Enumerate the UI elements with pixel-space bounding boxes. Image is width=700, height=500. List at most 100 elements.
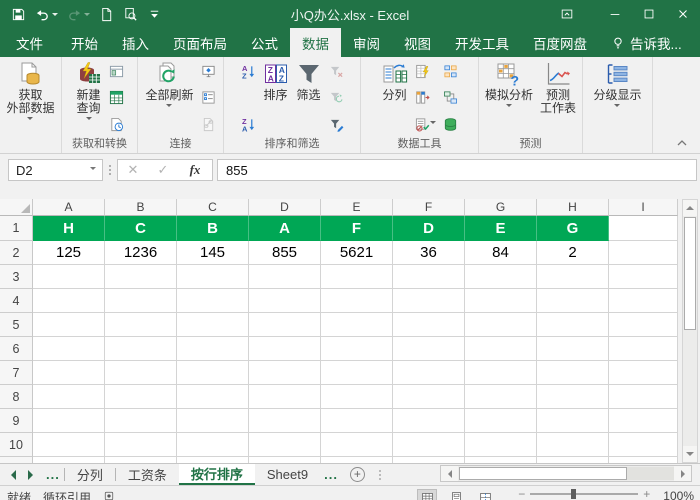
undo-button[interactable] [32,4,61,24]
cell-A8[interactable] [33,385,105,409]
cell-E2[interactable]: 5621 [321,241,393,265]
tab-文件[interactable]: 文件 [0,28,59,57]
redo-button[interactable] [64,4,93,24]
vertical-scroll-thumb[interactable] [684,217,696,330]
sort-button[interactable]: Z A A Z 排序 [260,60,292,137]
row-header-10[interactable]: 10 [0,433,33,457]
outline-button[interactable]: 分级显示 [590,60,644,137]
cell-A5[interactable] [33,313,105,337]
close-button[interactable] [666,0,700,28]
page-break-view-button[interactable] [475,489,495,500]
record-macro-icon[interactable] [103,490,115,500]
cell-I7[interactable] [609,361,678,385]
cell-D2[interactable]: 855 [249,241,321,265]
cell-A1[interactable]: H [33,216,105,241]
row-header-3[interactable]: 3 [0,265,33,289]
sheet-overflow-right[interactable]: ... [320,464,342,485]
cell-A2[interactable]: 125 [33,241,105,265]
tab-登录[interactable]: 登录 [694,28,700,57]
cell-E5[interactable] [321,313,393,337]
recent-sources-button[interactable] [107,115,126,133]
cell-G3[interactable] [465,265,537,289]
tab-审阅[interactable]: 审阅 [341,28,392,57]
new-query-button[interactable]: 新建 查询 [73,60,105,137]
edit-links-button[interactable] [199,115,218,133]
tab-开始[interactable]: 开始 [59,28,110,57]
text-to-columns-button[interactable]: 分列 [379,60,411,137]
cell-D9[interactable] [249,409,321,433]
cell-E3[interactable] [321,265,393,289]
refresh-all-button[interactable]: 全部刷新 [142,60,196,137]
cell-A7[interactable] [33,361,105,385]
cell-H9[interactable] [537,409,609,433]
sort-descending-button[interactable]: ZA [239,115,258,133]
properties-button[interactable] [199,89,218,107]
cell-D10[interactable] [249,433,321,457]
sheet-overflow-left[interactable]: ... [42,464,64,485]
insert-function-button[interactable]: fx [178,162,212,178]
horizontal-scroll-thumb[interactable] [459,467,627,480]
tab-公式[interactable]: 公式 [239,28,290,57]
cell-C10[interactable] [177,433,249,457]
zoom-slider-handle[interactable] [571,489,577,499]
cell-H2[interactable]: 2 [537,241,609,265]
cell-H1[interactable]: G [537,216,609,241]
tab-告诉我[interactable]: 告诉我... [599,28,694,57]
cell-G5[interactable] [465,313,537,337]
cell-F6[interactable] [393,337,465,361]
cell-B4[interactable] [105,289,177,313]
cell-E8[interactable] [321,385,393,409]
cell-G7[interactable] [465,361,537,385]
zoom-level[interactable]: 100% [663,489,694,500]
cell-D5[interactable] [249,313,321,337]
cell-C6[interactable] [177,337,249,361]
formula-bar-splitter[interactable] [105,165,115,175]
cell-C8[interactable] [177,385,249,409]
cell-D8[interactable] [249,385,321,409]
forecast-sheet-button[interactable]: 预测 工作表 [537,60,579,137]
cell-F10[interactable] [393,433,465,457]
cell-H3[interactable] [537,265,609,289]
print-preview-button[interactable] [120,4,141,24]
cell-I10[interactable] [609,433,678,457]
ribbon-display-options-button[interactable] [550,0,584,28]
cell-B6[interactable] [105,337,177,361]
new-file-button[interactable] [96,4,117,24]
next-sheet-arrow[interactable] [28,469,38,480]
customize-qat-button[interactable] [144,4,165,24]
column-header-F[interactable]: F [393,199,465,216]
cell-I8[interactable] [609,385,678,409]
column-header-G[interactable]: G [465,199,537,216]
cell-E10[interactable] [321,433,393,457]
cell-C4[interactable] [177,289,249,313]
scroll-left-arrow[interactable] [441,466,458,481]
cell-G2[interactable]: 84 [465,241,537,265]
cell-B2[interactable]: 1236 [105,241,177,265]
row-header-1[interactable]: 1 [0,216,33,241]
zoom-out-icon[interactable]: − [518,488,525,500]
tab-视图[interactable]: 视图 [392,28,443,57]
sheet-tab-Sheet9[interactable]: Sheet9 [255,464,320,485]
cell-B1[interactable]: C [105,216,177,241]
cell-C9[interactable] [177,409,249,433]
cell-F5[interactable] [393,313,465,337]
cell-B7[interactable] [105,361,177,385]
cell-F2[interactable]: 36 [393,241,465,265]
select-all-corner[interactable] [0,199,33,216]
tab-百度网盘[interactable]: 百度网盘 [521,28,599,57]
column-header-E[interactable]: E [321,199,393,216]
cell-C1[interactable]: B [177,216,249,241]
show-queries-button[interactable] [107,62,126,80]
column-header-B[interactable]: B [105,199,177,216]
cell-E7[interactable] [321,361,393,385]
cell-H7[interactable] [537,361,609,385]
row-header-6[interactable]: 6 [0,337,33,361]
reapply-filter-button[interactable] [327,89,346,107]
cell-I1[interactable] [609,216,678,241]
cell-H4[interactable] [537,289,609,313]
row-header-4[interactable]: 4 [0,289,33,313]
zoom-in-icon[interactable]: + [643,488,650,500]
row-header-8[interactable]: 8 [0,385,33,409]
from-table-button[interactable] [107,89,126,107]
advanced-filter-button[interactable] [327,115,346,133]
